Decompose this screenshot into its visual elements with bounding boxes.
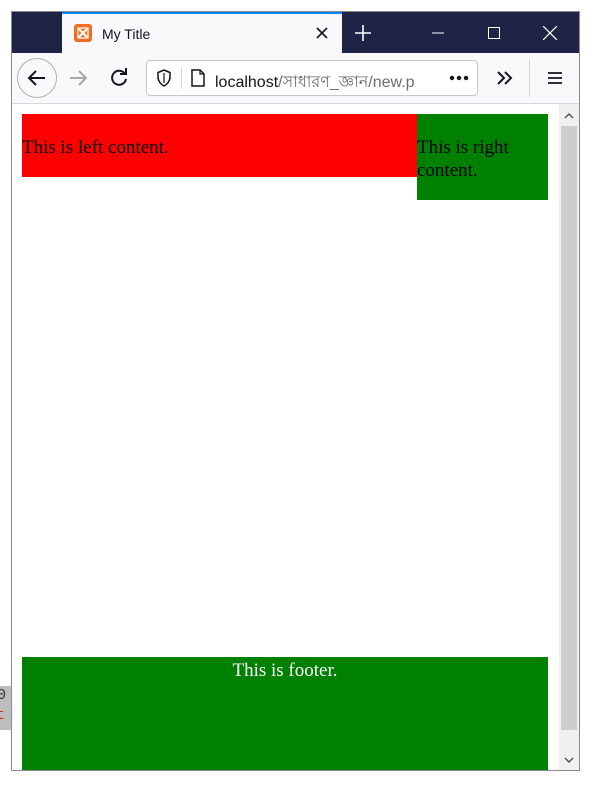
scrollbar-thumb[interactable] [561,126,577,730]
title-bar: My Title [12,12,579,53]
url-text[interactable]: localhost/সাধারণ_জ্ঞান/new.p [215,69,441,95]
tab-my-title[interactable]: My Title [62,12,342,53]
right-content: This is right content. [417,114,548,200]
hamburger-menu-icon[interactable] [542,65,568,91]
navigation-toolbar: localhost/সাধারণ_জ্ঞান/new.p [12,53,579,104]
url-host: localhost [215,74,279,91]
background-text-line: t [0,707,6,724]
vertical-scrollbar[interactable] [559,104,579,770]
background-text-line: 0 [0,687,7,704]
background-window-fragment: 0 t [0,686,11,730]
browser-window: My Title localhost/সাধারণ_জ্ঞান/new.p Th… [11,11,580,771]
new-tab-icon[interactable] [352,22,374,44]
forward-arrow-icon[interactable] [65,65,91,91]
window-close-icon[interactable] [522,12,578,53]
url-separator [181,67,182,89]
page-icon[interactable] [189,68,207,88]
url-path: /সাধারণ_জ্ঞান/new.p [278,74,415,91]
reload-icon[interactable] [106,65,132,91]
toolbar-divider [529,59,530,97]
tab-close-icon[interactable] [312,23,332,43]
page-actions-icon[interactable] [447,68,471,88]
scroll-up-icon[interactable] [559,106,579,126]
minimize-icon[interactable] [410,12,466,53]
overflow-chevron-icon[interactable] [492,65,518,91]
url-bar[interactable]: localhost/সাধারণ_জ্ঞান/new.p [146,60,478,96]
maximize-icon[interactable] [466,12,522,53]
scroll-down-icon[interactable] [559,750,579,770]
xampp-icon [74,24,92,42]
footer: This is footer. [22,657,548,770]
back-arrow-icon[interactable] [17,58,57,98]
page-viewport: This is left content. This is right cont… [12,104,559,770]
tab-title: My Title [102,26,151,42]
shield-icon[interactable] [155,69,173,87]
left-content: This is left content. [22,114,417,177]
